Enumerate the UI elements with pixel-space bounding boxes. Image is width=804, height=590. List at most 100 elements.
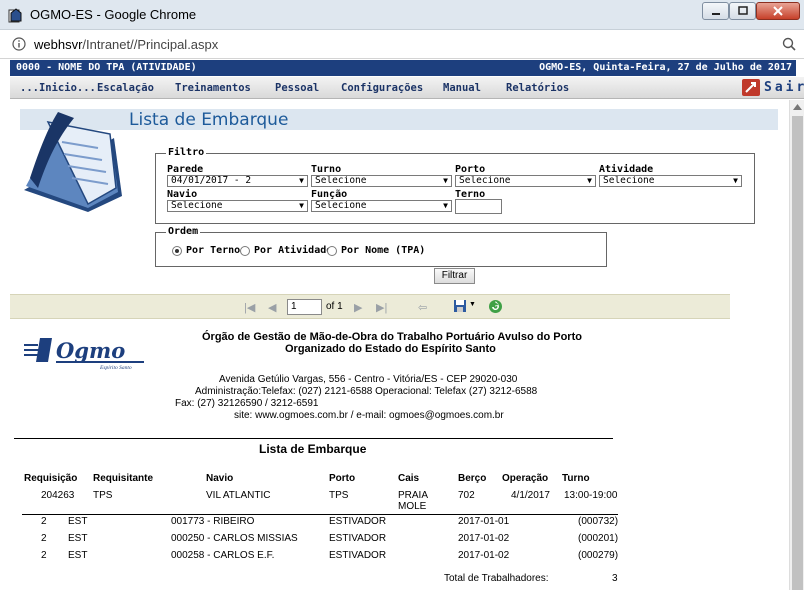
zoom-icon[interactable] <box>782 37 796 51</box>
minimize-icon <box>711 13 720 15</box>
page-number-input[interactable]: 1 <box>287 299 322 315</box>
chevron-down-icon: ▼ <box>299 201 304 210</box>
org-phones: Administração:Telefax: (027) 2121-6588 O… <box>195 386 538 397</box>
maximize-icon <box>737 6 748 15</box>
req-numero: 204263 <box>41 490 75 501</box>
req-operacao: 4/1/2017 <box>511 490 550 501</box>
menu-item-escalacao[interactable]: Escalação <box>97 82 154 94</box>
worker-divider <box>22 514 618 515</box>
worker-name: 000258 - CARLOS E.F. <box>171 550 275 561</box>
funcao-label: Função <box>311 189 348 200</box>
worker-qty: 2 <box>41 533 47 544</box>
parede-label: Parede <box>167 164 204 175</box>
menu-item-pessoal[interactable]: Pessoal <box>275 82 319 94</box>
worker-date: 2017-01-02 <box>458 550 510 561</box>
req-cais-1: PRAIA <box>398 490 429 501</box>
chevron-down-icon: ▼ <box>587 176 592 185</box>
col-berco: Berço <box>458 473 487 484</box>
main-menu: ...Inicio... Escalação Treinamentos Pess… <box>10 77 804 99</box>
info-icon[interactable] <box>12 37 26 51</box>
url-text[interactable]: webhsvr/Intranet//Principal.aspx <box>34 37 218 52</box>
prev-page-icon[interactable]: ◀ <box>268 301 276 314</box>
worker-qty: 2 <box>41 516 47 527</box>
atividade-select[interactable]: Selecione ▼ <box>599 175 742 187</box>
worker-type: EST <box>68 533 88 544</box>
req-cais-2: MOLE <box>398 501 427 512</box>
next-page-icon[interactable]: ▶ <box>354 301 362 314</box>
turno-select[interactable]: Selecione ▼ <box>311 175 452 187</box>
worker-date: 2017-01-01 <box>458 516 510 527</box>
location-date: OGMO-ES, Quinta-Feira, 27 de Julho de 20… <box>539 62 792 73</box>
export-dropdown-icon[interactable]: ▼ <box>469 301 476 308</box>
col-requisicao: Requisição <box>24 473 78 484</box>
window-title: OGMO-ES - Google Chrome <box>30 7 197 22</box>
worker-code: (000732) <box>578 516 619 527</box>
scrollbar-thumb[interactable] <box>792 116 803 590</box>
col-porto: Porto <box>329 473 356 484</box>
chevron-down-icon: ▼ <box>299 176 304 185</box>
close-button[interactable] <box>756 2 800 20</box>
close-icon <box>773 6 783 16</box>
order-fieldset: Ordem Por Terno Por Atividade Por Nome (… <box>155 226 607 267</box>
radio-por-atividade[interactable] <box>240 246 250 256</box>
radio-por-terno[interactable] <box>172 246 182 256</box>
worker-qty: 2 <box>41 550 47 561</box>
navio-select[interactable]: Selecione ▼ <box>167 200 308 212</box>
worker-role: ESTIVADOR <box>329 516 387 527</box>
org-address: Avenida Getúlio Vargas, 556 - Centro - V… <box>219 374 518 385</box>
menu-item-inicio[interactable]: ...Inicio... <box>20 82 96 94</box>
menu-item-relatorios[interactable]: Relatórios <box>506 82 569 94</box>
radio-por-nome[interactable] <box>327 246 337 256</box>
worker-code: (000279) <box>578 550 619 561</box>
filtrar-button[interactable]: Filtrar <box>434 268 475 284</box>
funcao-select[interactable]: Selecione ▼ <box>311 200 452 212</box>
atividade-label: Atividade <box>599 164 654 175</box>
last-page-icon[interactable]: ▶| <box>376 301 387 314</box>
ogmo-logo: Ogmo Espírito Santo <box>24 338 144 371</box>
req-requisitante: TPS <box>93 490 113 501</box>
col-cais: Cais <box>398 473 420 484</box>
radio-label-por-terno[interactable]: Por Terno <box>186 245 240 256</box>
terno-input[interactable] <box>455 199 502 214</box>
menu-item-treinamentos[interactable]: Treinamentos <box>175 82 251 94</box>
menu-item-manual[interactable]: Manual <box>443 82 481 94</box>
parede-select[interactable]: 04/01/2017 - 2 ▼ <box>167 175 308 187</box>
col-navio: Navio <box>206 473 234 484</box>
page-title: Lista de Embarque <box>129 110 289 130</box>
worker-type: EST <box>68 516 88 527</box>
req-porto: TPS <box>329 490 349 501</box>
total-label: Total de Trabalhadores: <box>444 573 549 584</box>
book-icon <box>24 112 122 212</box>
chevron-down-icon: ▼ <box>443 201 448 210</box>
col-requisitante: Requisitante <box>93 473 154 484</box>
back-icon[interactable]: ⇦ <box>418 301 427 314</box>
worker-type: EST <box>68 550 88 561</box>
radio-label-por-nome[interactable]: Por Nome (TPA) <box>341 245 425 256</box>
app-icon <box>8 8 22 23</box>
worker-role: ESTIVADOR <box>329 533 387 544</box>
scroll-up-icon[interactable] <box>793 104 802 110</box>
req-navio: VIL ATLANTIC <box>206 490 271 501</box>
maximize-button[interactable] <box>729 2 756 20</box>
org-name-line1: Órgão de Gestão de Mão-de-Obra do Trabal… <box>202 331 582 343</box>
menu-item-configuracoes[interactable]: Configurações <box>341 82 423 94</box>
req-turno: 13:00-19:00 <box>564 490 618 501</box>
chevron-down-icon: ▼ <box>733 176 738 185</box>
refresh-icon[interactable] <box>488 299 503 314</box>
minimize-button[interactable] <box>702 2 729 20</box>
window-titlebar: OGMO-ES - Google Chrome <box>0 0 804 30</box>
worker-role: ESTIVADOR <box>329 550 387 561</box>
radio-label-por-atividade[interactable]: Por Atividade <box>254 245 332 256</box>
first-page-icon[interactable]: |◀ <box>244 301 255 314</box>
exit-icon[interactable] <box>742 79 760 96</box>
exit-link[interactable]: Sair <box>764 80 804 95</box>
chevron-down-icon: ▼ <box>443 176 448 185</box>
export-icon[interactable] <box>453 299 467 313</box>
req-berco: 702 <box>458 490 475 501</box>
worker-name: 000250 - CARLOS MISSIAS <box>171 533 298 544</box>
vertical-scrollbar[interactable] <box>789 100 804 590</box>
address-bar[interactable]: webhsvr/Intranet//Principal.aspx <box>0 30 804 59</box>
porto-select[interactable]: Selecione ▼ <box>455 175 596 187</box>
worker-name: 001773 - RIBEIRO <box>171 516 255 527</box>
org-name-line2: Organizado do Estado do Espírito Santo <box>285 343 496 355</box>
